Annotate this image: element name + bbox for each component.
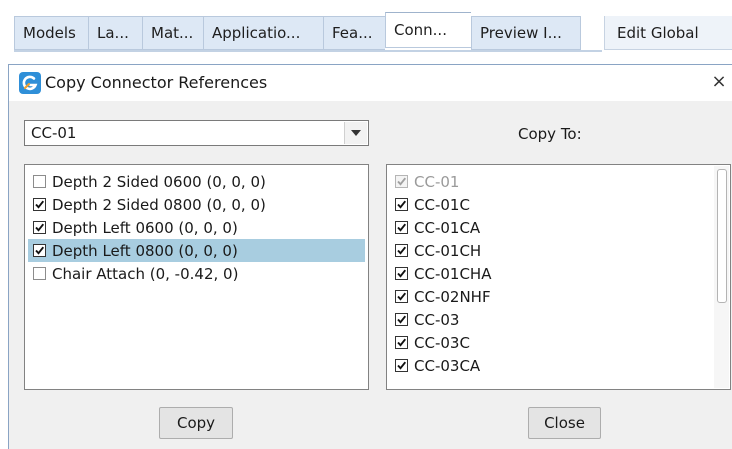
checkbox [395, 175, 408, 188]
close-button[interactable]: Close [528, 407, 601, 439]
reference-item-label: Depth Left 0800 (0, 0, 0) [52, 241, 238, 260]
checkbox[interactable] [33, 244, 46, 257]
reference-item-label: Chair Attach (0, -0.42, 0) [52, 264, 239, 283]
target-item-label: CC-02NHF [414, 287, 491, 306]
target-item[interactable]: CC-03 [390, 308, 710, 331]
source-connector-select[interactable]: CC-01 [24, 120, 369, 146]
copy-to-label: Copy To: [518, 125, 582, 143]
target-item[interactable]: CC-01CHA [390, 262, 710, 285]
dialog-titlebar: Copy Connector References × [9, 65, 732, 101]
tab-materials[interactable]: Mat... [142, 16, 203, 50]
checkbox[interactable] [33, 267, 46, 280]
target-item[interactable]: CC-01C [390, 193, 710, 216]
scrollbar-thumb[interactable] [717, 169, 727, 303]
checkbox[interactable] [395, 359, 408, 372]
dialog-title: Copy Connector References [45, 73, 268, 92]
checkmark-icon [397, 292, 407, 301]
target-item-label: CC-01 [414, 172, 460, 191]
reference-list[interactable]: Depth 2 Sided 0600 (0, 0, 0) Depth 2 Side… [24, 164, 369, 390]
checkmark-icon [35, 223, 45, 232]
target-item[interactable]: CC-03CA [390, 354, 710, 377]
checkbox[interactable] [33, 198, 46, 211]
tab-applications[interactable]: Applicatio... [203, 16, 323, 50]
reference-item[interactable]: Chair Attach (0, -0.42, 0) [28, 262, 365, 285]
checkmark-icon [397, 200, 407, 209]
checkmark-icon [397, 315, 407, 324]
tab-features[interactable]: Fea... [323, 16, 385, 50]
target-item-label: CC-01CHA [414, 264, 492, 283]
reference-item[interactable]: Depth 2 Sided 0600 (0, 0, 0) [28, 170, 365, 193]
target-item-label: CC-03C [414, 333, 470, 352]
checkbox[interactable] [395, 336, 408, 349]
tab-layers[interactable]: La... [88, 16, 142, 50]
checkmark-icon [35, 200, 45, 209]
checkbox[interactable] [395, 221, 408, 234]
tab-divider [14, 50, 602, 52]
vertical-scrollbar[interactable] [714, 166, 729, 388]
checkbox[interactable] [395, 244, 408, 257]
checkbox[interactable] [395, 267, 408, 280]
reference-item-label: Depth Left 0600 (0, 0, 0) [52, 218, 238, 237]
checkbox[interactable] [33, 175, 46, 188]
target-item-label: CC-03CA [414, 356, 481, 375]
reference-item[interactable]: Depth Left 0600 (0, 0, 0) [28, 216, 365, 239]
tab-row: Models La... Mat... Applicatio... Fea...… [14, 12, 581, 50]
copy-button[interactable]: Copy [159, 407, 233, 439]
target-item[interactable]: CC-01CH [390, 239, 710, 262]
checkmark-icon [397, 246, 407, 255]
app-logo-icon [19, 72, 41, 94]
checkbox[interactable] [395, 313, 408, 326]
chevron-down-icon [351, 130, 361, 136]
target-item-label: CC-01CH [414, 241, 482, 260]
tab-preview[interactable]: Preview I... [471, 16, 581, 50]
tab-connectors[interactable]: Conn... [385, 12, 471, 48]
checkbox[interactable] [33, 221, 46, 234]
dropdown-button[interactable] [344, 122, 367, 144]
edit-global-button[interactable]: Edit Global [604, 16, 732, 50]
target-item[interactable]: CC-02NHF [390, 285, 710, 308]
checkmark-icon [35, 246, 45, 255]
checkmark-icon [397, 223, 407, 232]
target-item[interactable]: CC-01 [390, 170, 710, 193]
copy-connector-dialog: Copy Connector References × CC-01 Copy T… [8, 64, 732, 449]
tab-strip: Models La... Mat... Applicatio... Fea...… [0, 0, 732, 60]
checkbox[interactable] [395, 198, 408, 211]
tab-models[interactable]: Models [14, 16, 88, 50]
checkbox[interactable] [395, 290, 408, 303]
target-item-label: CC-01C [414, 195, 470, 214]
target-item-label: CC-03 [414, 310, 460, 329]
target-item[interactable]: CC-03C [390, 331, 710, 354]
reference-item-label: Depth 2 Sided 0600 (0, 0, 0) [52, 172, 266, 191]
reference-item[interactable]: Depth 2 Sided 0800 (0, 0, 0) [28, 193, 365, 216]
target-item-label: CC-01CA [414, 218, 481, 237]
checkmark-icon [397, 361, 407, 370]
checkmark-icon [397, 177, 407, 186]
target-connector-list[interactable]: CC-01 CC-01C CC-01CA CC-01CH CC-01CHA CC-02NH… [386, 164, 731, 390]
checkmark-icon [397, 338, 407, 347]
close-icon[interactable]: × [709, 69, 729, 95]
reference-item[interactable]: Depth Left 0800 (0, 0, 0) [28, 239, 365, 262]
checkmark-icon [397, 269, 407, 278]
source-connector-value: CC-01 [31, 124, 77, 142]
target-item[interactable]: CC-01CA [390, 216, 710, 239]
reference-item-label: Depth 2 Sided 0800 (0, 0, 0) [52, 195, 266, 214]
